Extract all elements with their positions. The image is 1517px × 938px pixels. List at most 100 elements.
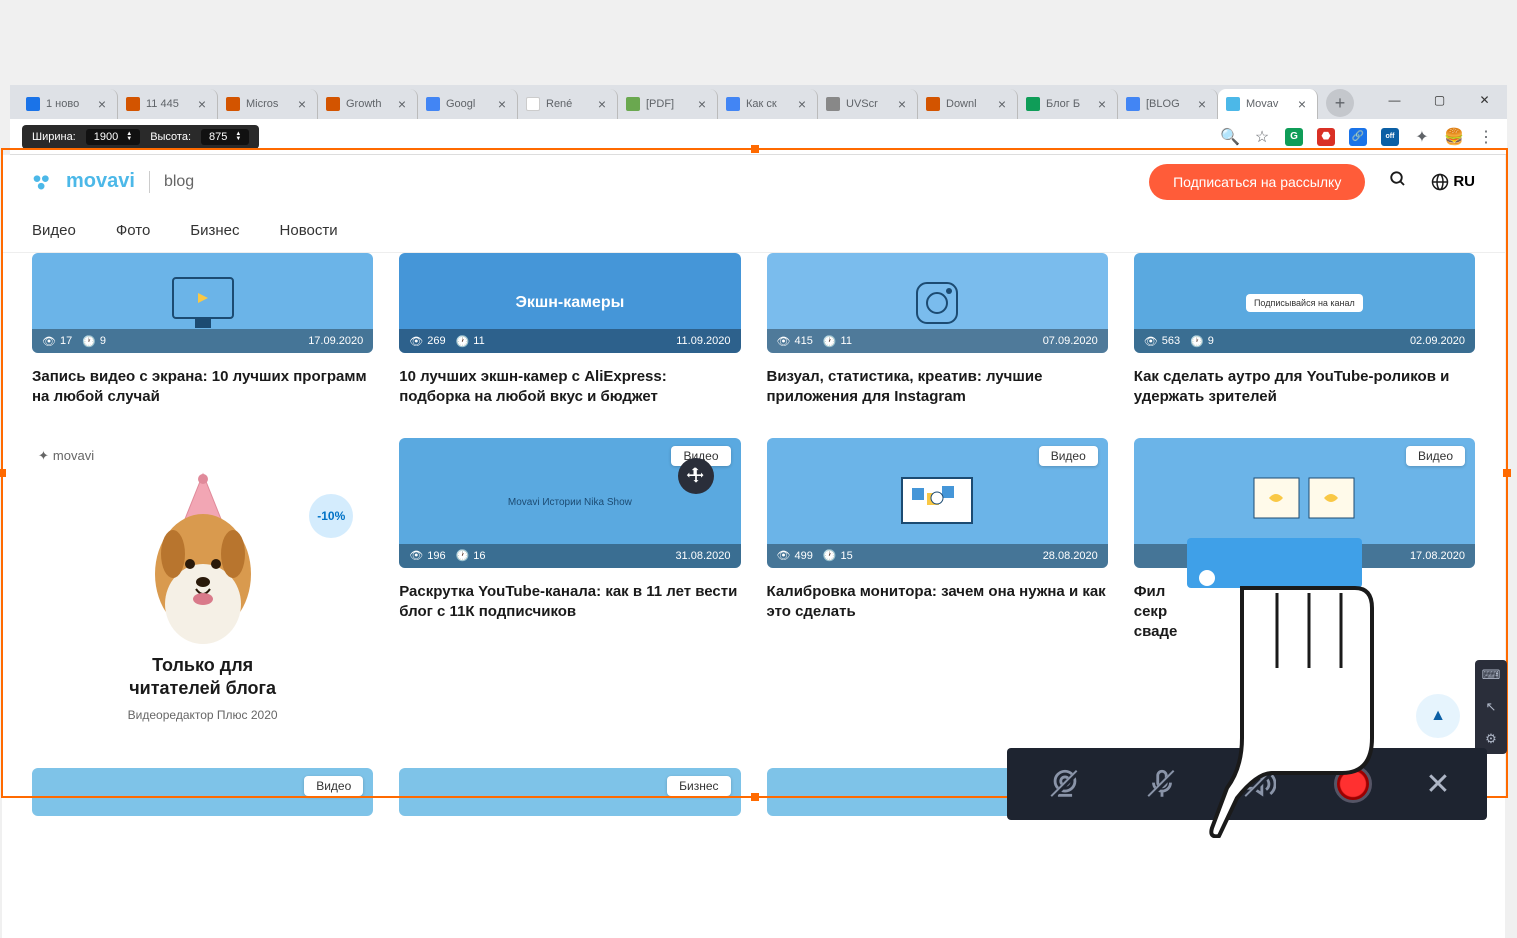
article-card[interactable]: Видео [32,768,373,816]
tab-6[interactable]: [PDF] × [618,89,718,119]
close-recorder-button[interactable]: ✕ [1425,767,1450,802]
site-header: movavi blog Подписаться на рассылку RU [2,155,1505,209]
extension-blue-icon[interactable]: 🔗 [1349,128,1367,146]
tab-4[interactable]: Googl× [418,89,518,119]
maximize-button[interactable]: ▢ [1417,85,1462,115]
move-selection-handle[interactable] [678,458,714,494]
move-icon [686,466,706,486]
tab-title: [PDF] [646,98,689,110]
extension-grammarly-icon[interactable]: G [1285,128,1303,146]
width-stepper[interactable]: 1900▲▼ [86,129,140,145]
card-thumbnail: Видео Movavi Истории Nika Show 👁 196🕐 16… [399,438,740,568]
tab-1[interactable]: 11 445 × [118,89,218,119]
movavi-logo-icon [32,172,52,192]
category-badge: Бизнес [667,776,730,796]
nav-photo[interactable]: Фото [116,222,150,239]
zoom-icon[interactable]: 🔍 [1221,128,1239,146]
tab-title: [BLOG [1146,98,1189,110]
nav-news[interactable]: Новости [280,222,338,239]
tab-12-active[interactable]: Movav × [1218,89,1318,119]
extensions-puzzle-icon[interactable]: ✦ [1413,128,1431,146]
language-selector[interactable]: RU [1431,173,1475,191]
close-icon[interactable]: × [1195,97,1209,111]
extension-burger-icon[interactable]: 🍔 [1445,128,1463,146]
webcam-toggle-button[interactable] [1043,762,1087,806]
tab-9[interactable]: Downl × [918,89,1018,119]
lang-code: RU [1453,173,1475,190]
browser-toolbar-icons: 🔍 ☆ G ⬣ 🔗 off ✦ 🍔 ⋮ [1221,128,1495,146]
close-icon[interactable]: × [1295,97,1309,111]
close-icon[interactable]: × [595,97,609,111]
tab-title: Downl [946,98,989,110]
article-card[interactable]: Экшн-камеры 👁 269🕐 1111.09.2020 10 лучши… [399,253,740,408]
close-icon[interactable]: × [795,97,809,111]
close-window-button[interactable]: ✕ [1462,85,1507,115]
close-icon[interactable]: × [195,97,209,111]
article-card[interactable]: Видео 👁 499🕐 1528.08.2020 Калибровка мон… [767,438,1108,733]
close-icon[interactable]: × [695,97,709,111]
tab-7[interactable]: Как ск × [718,89,818,119]
nav-business[interactable]: Бизнес [190,222,239,239]
category-nav: Видео Фото Бизнес Новости [2,209,1505,253]
promo-card[interactable]: ✦ movavi -10% [32,438,373,733]
close-icon[interactable]: × [895,97,909,111]
hand-cursor-icon [1137,538,1417,838]
tab-0[interactable]: 1 ново× [18,89,118,119]
tab-title: Movav [1246,98,1289,110]
dog-illustration-icon [128,464,278,644]
stepper-arrows-icon: ▲▼ [126,132,132,142]
tab-title: 11 445 [146,98,189,110]
thumb-label: Movavi Истории Nika Show [508,497,632,508]
card-thumbnail: 👁 415🕐 1107.09.2020 [767,253,1108,353]
thumb-label: Подписывайся на канал [1246,294,1363,312]
capture-size-indicator: Ширина: 1900▲▼ Высота: 875▲▼ [22,125,259,149]
article-card[interactable]: 👁 17🕐 917.09.2020 Запись видео с экрана:… [32,253,373,408]
card-stats: 👁 415🕐 1107.09.2020 [767,329,1108,353]
logo[interactable]: movavi blog [32,170,194,193]
scroll-to-top-button[interactable]: ▲ [1416,694,1460,738]
tab-5[interactable]: René× [518,89,618,119]
new-tab-button[interactable]: + [1326,89,1354,117]
keyboard-overlay-button[interactable]: ⌨ [1475,660,1507,690]
extension-off-icon[interactable]: off [1381,128,1399,146]
logo-text: movavi [66,170,135,193]
extension-adblock-icon[interactable]: ⬣ [1317,128,1335,146]
time-stat: 🕐 9 [82,335,106,348]
tab-8[interactable]: UVScr× [818,89,918,119]
tab-10[interactable]: Блог Б× [1018,89,1118,119]
tab-title: Как ск [746,98,789,110]
card-title: Как сделать аутро для YouTube-роликов и … [1134,367,1475,408]
tab-3[interactable]: Growth× [318,89,418,119]
card-title: 10 лучших экшн-камер с AliExpress: подбо… [399,367,740,408]
toolbar-row: Ширина: 1900▲▼ Высота: 875▲▼ 🔍 ☆ G ⬣ 🔗 o… [10,119,1507,155]
chrome-menu-icon[interactable]: ⋮ [1477,128,1495,146]
card-title: Раскрутка YouTube-канала: как в 11 лет в… [399,582,740,623]
logo-separator [149,171,150,193]
search-icon[interactable] [1389,170,1407,193]
close-icon[interactable]: × [1095,97,1109,111]
card-thumbnail: Бизнес [399,768,740,816]
minimize-button[interactable]: — [1372,85,1417,115]
close-icon[interactable]: × [95,97,109,111]
height-stepper[interactable]: 875▲▼ [201,129,249,145]
subscribe-button[interactable]: Подписаться на рассылку [1149,164,1365,200]
article-card[interactable]: 👁 415🕐 1107.09.2020 Визуал, статистика, … [767,253,1108,408]
date-stat: 17.09.2020 [308,335,363,347]
cursor-highlight-button[interactable]: ↖ [1475,692,1507,722]
article-card[interactable]: Бизнес [399,768,740,816]
browser-chrome: 1 ново× 11 445 × Micros × Growth× Googl× R… [10,85,1507,155]
close-icon[interactable]: × [295,97,309,111]
instagram-illustration-icon [907,273,967,333]
tab-bar: 1 ново× 11 445 × Micros × Growth× Googl× R… [10,85,1507,119]
tab-11[interactable]: [BLOG × [1118,89,1218,119]
close-icon[interactable]: × [395,97,409,111]
tab-title: Micros [246,98,289,110]
category-badge: Видео [1039,446,1098,466]
nav-video[interactable]: Видео [32,222,76,239]
tab-2[interactable]: Micros × [218,89,318,119]
close-icon[interactable]: × [995,97,1009,111]
article-card[interactable]: Подписывайся на канал 👁 563🕐 902.09.2020… [1134,253,1475,408]
close-icon[interactable]: × [495,97,509,111]
star-icon[interactable]: ☆ [1253,128,1271,146]
card-title: Запись видео с экрана: 10 лучших програм… [32,367,373,408]
